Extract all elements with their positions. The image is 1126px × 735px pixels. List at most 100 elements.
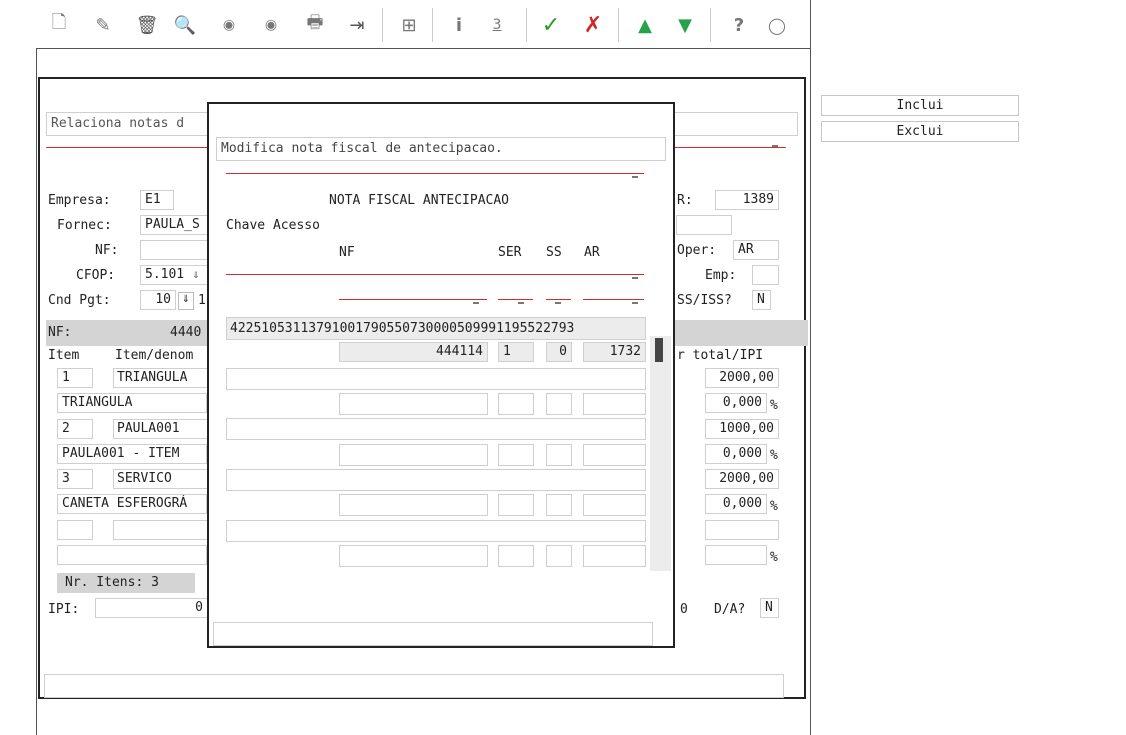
item-1-desc[interactable]: TRIANGULA — [57, 393, 207, 413]
ss-iss-field[interactable]: N — [752, 290, 771, 310]
item-3-total[interactable]: 2000,00 — [705, 469, 779, 489]
item-3-ipi[interactable]: 0,000 — [705, 494, 767, 514]
da-field[interactable]: N — [760, 598, 779, 618]
binoculars-icon[interactable]: ⊞ — [396, 12, 422, 38]
modal-scrollbar-track[interactable] — [650, 336, 671, 571]
item-1-code[interactable]: TRIANGULA — [113, 368, 208, 388]
col-ar-header: AR — [584, 245, 600, 260]
item-3-desc[interactable]: CANETA ESFEROGRÁ — [57, 494, 207, 514]
ipi-label: IPI: — [48, 602, 80, 617]
cancel-icon[interactable]: ✗ — [580, 12, 606, 38]
item-4-desc[interactable] — [57, 545, 207, 565]
chave-field-row-3[interactable] — [226, 418, 646, 440]
item-4-code[interactable] — [113, 520, 208, 540]
nf-col-mark — [473, 302, 479, 304]
ss-field-row-2[interactable] — [546, 393, 572, 415]
item-2-ipi[interactable]: 0,000 — [705, 444, 767, 464]
empresa-label: Empresa: — [48, 193, 111, 208]
da-label: D/A? — [714, 602, 746, 617]
confirm-icon[interactable]: ✓ — [538, 12, 564, 38]
chave-field-row-4[interactable] — [226, 469, 646, 491]
chave-field-row-2[interactable] — [226, 368, 646, 390]
col-nf-header: NF — [339, 245, 355, 260]
item-3-code[interactable]: SERVICO — [113, 469, 208, 489]
inclui-button[interactable]: Inclui — [821, 95, 1019, 116]
info-icon[interactable]: i — [446, 12, 472, 38]
nf-field-row-2[interactable] — [339, 393, 488, 415]
new-doc-icon[interactable]: 🗋 — [46, 12, 72, 38]
modal-title-underline — [226, 173, 644, 174]
cfop-dropdown-icon[interactable]: ⇓ — [192, 267, 200, 281]
help-icon[interactable]: ? — [726, 12, 752, 38]
right-blank-field[interactable] — [676, 215, 732, 235]
exit-icon[interactable]: ⇥ — [344, 12, 370, 38]
nf-bar-label: NF: — [48, 325, 72, 340]
oper-field[interactable]: AR — [733, 240, 779, 260]
item-4-ipi[interactable] — [705, 545, 767, 565]
chave-field-row-1[interactable]: 4225105311379100179055073000050999119552… — [226, 317, 646, 340]
ss-field-row-3[interactable] — [546, 444, 572, 466]
toolbar: 🗋 ✎ 🗑 🔍 ◉ ◉ 🖶 ⇥ ⊞ i 3 ✓ ✗ ▲ ▼ ? ◯ — [0, 0, 810, 48]
cnd-pgt-dropdown-icon[interactable]: ⇓ — [178, 292, 194, 310]
item-1-total[interactable]: 2000,00 — [705, 368, 779, 388]
ar-field-row-2[interactable] — [583, 393, 646, 415]
item-4-total[interactable] — [705, 520, 779, 540]
down-arrow-icon[interactable]: ▼ — [672, 12, 698, 38]
ser-field-row-1[interactable]: 1 — [498, 342, 534, 362]
nf-field-row-1[interactable]: 444114 — [339, 342, 488, 362]
numbered-icon[interactable]: 3 — [484, 12, 510, 38]
nf-field[interactable] — [140, 240, 210, 260]
print-icon[interactable]: 🖶 — [302, 12, 328, 38]
item-header: Item — [48, 348, 80, 363]
nf-field-row-5[interactable] — [339, 545, 488, 567]
ser-field-row-4[interactable] — [498, 494, 534, 516]
up-arrow-icon[interactable]: ▲ — [632, 12, 658, 38]
cnd-pgt-label: Cnd Pgt: — [48, 293, 111, 308]
item-2-code[interactable]: PAULA001 — [113, 419, 208, 439]
fornec-field[interactable]: PAULA_S — [140, 215, 210, 235]
trash-icon[interactable]: 🗑 — [134, 12, 160, 38]
item-2-total[interactable]: 1000,00 — [705, 419, 779, 439]
ss-col-mark — [555, 302, 561, 304]
exclui-button[interactable]: Exclui — [821, 121, 1019, 142]
next-icon[interactable]: ◉ — [258, 12, 284, 38]
search-icon[interactable]: 🔍 — [172, 12, 198, 38]
frame-top-line — [36, 48, 810, 49]
modal-scrollbar-thumb[interactable] — [655, 338, 663, 362]
nf-field-row-4[interactable] — [339, 494, 488, 516]
item-4-num[interactable] — [57, 520, 93, 540]
ss-iss-label: SS/ISS? — [677, 293, 732, 308]
item-3-num[interactable]: 3 — [57, 469, 93, 489]
nf-field-row-3[interactable] — [339, 444, 488, 466]
ipi-field[interactable]: 0 — [95, 598, 208, 618]
ser-field-row-5[interactable] — [498, 545, 534, 567]
frame-left-line — [36, 48, 37, 735]
item-1-ipi[interactable]: 0,000 — [705, 393, 767, 413]
ss-field-row-1[interactable]: 0 — [546, 342, 572, 362]
chave-field-row-5[interactable] — [226, 520, 646, 542]
emp-field[interactable] — [752, 265, 779, 285]
ar-field-row-3[interactable] — [583, 444, 646, 466]
ss-field-row-5[interactable] — [546, 545, 572, 567]
r-field[interactable]: 1389 — [715, 190, 779, 210]
item-1-num[interactable]: 1 — [57, 368, 93, 388]
ser-field-row-2[interactable] — [498, 393, 534, 415]
edit-icon[interactable]: ✎ — [90, 12, 116, 38]
item-2-num[interactable]: 2 — [57, 419, 93, 439]
ss-col-underline — [546, 299, 571, 300]
item-2-desc[interactable]: PAULA001 - ITEM — [57, 444, 207, 464]
prev-icon[interactable]: ◉ — [216, 12, 242, 38]
nf-label: NF: — [95, 243, 119, 258]
toolbar-separator — [526, 8, 527, 42]
comment-icon[interactable]: ◯ — [764, 12, 790, 38]
empresa-field[interactable]: E1 — [140, 190, 174, 210]
ar-field-row-1[interactable]: 1732 — [583, 342, 646, 362]
percent-label: % — [770, 499, 778, 514]
cfop-field[interactable]: 5.101 ⇓ — [140, 265, 210, 285]
ar-field-row-5[interactable] — [583, 545, 646, 567]
ss-field-row-4[interactable] — [546, 494, 572, 516]
ar-field-row-4[interactable] — [583, 494, 646, 516]
ser-field-row-3[interactable] — [498, 444, 534, 466]
cnd-pgt-field[interactable]: 10 — [140, 290, 176, 310]
right-small-value: 0 — [680, 602, 688, 617]
